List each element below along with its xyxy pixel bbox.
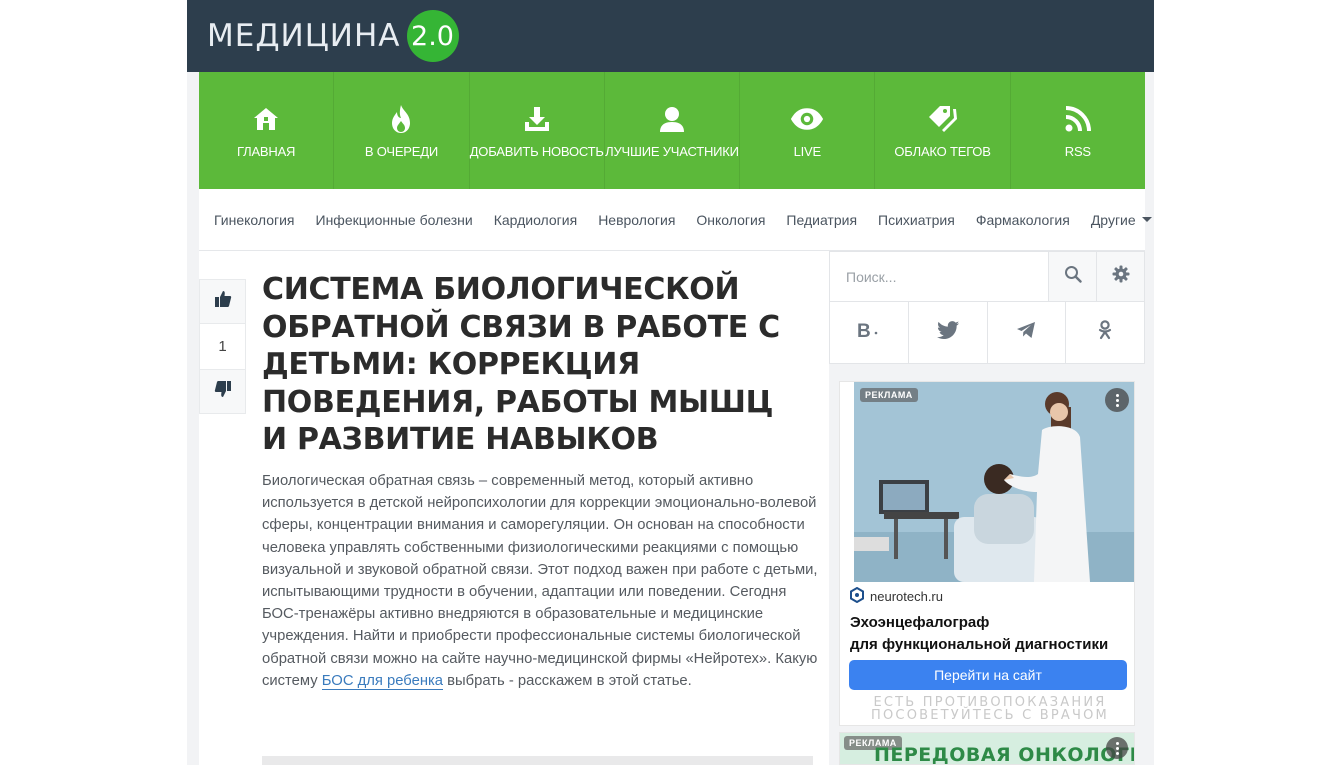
search-button[interactable] — [1048, 252, 1096, 301]
twitter-icon — [936, 321, 959, 344]
nav-label: ГЛАВНАЯ — [237, 144, 296, 159]
share-telegram-button[interactable] — [988, 302, 1067, 363]
nav-item-home[interactable]: ГЛАВНАЯ — [199, 72, 335, 189]
lead-text: Биологическая обратная связь – современн… — [262, 473, 818, 689]
ad-cta-button[interactable]: Перейти на сайт — [849, 660, 1127, 690]
ad-title-line: для функциональной диагностики — [850, 636, 1109, 653]
category-link-gynecology[interactable]: Гинекология — [214, 212, 295, 228]
ad-title-line: Эхоэнцефалограф — [850, 614, 990, 631]
ad-domain-text: neurotech.ru — [870, 589, 943, 604]
category-link-neurology[interactable]: Неврология — [598, 212, 675, 228]
category-link-pediatrics[interactable]: Педиатрия — [786, 212, 857, 228]
more-label: Другие — [1090, 211, 1136, 228]
sidebar: B — [829, 251, 1145, 765]
nav-label: LIVE — [793, 144, 822, 159]
search-settings-button[interactable] — [1096, 252, 1144, 301]
nav-item-top-users[interactable]: ЛУЧШИЕ УЧАСТНИКИ — [605, 72, 741, 189]
ad2-menu-button[interactable] — [1106, 737, 1128, 759]
upvote-button[interactable] — [199, 279, 246, 324]
article-image — [262, 756, 813, 765]
header: МЕДИЦИНА 2.0 — [187, 0, 1154, 72]
nav-item-live[interactable]: LIVE — [740, 72, 876, 189]
ad-image[interactable]: РЕКЛАМА — [854, 382, 1134, 582]
ad-disclaimer-line: ПОСОВЕТУЙТЕСЬ С ВРАЧОМ — [871, 708, 1109, 723]
download-icon — [520, 102, 554, 136]
share-odnoklassniki-button[interactable] — [1066, 302, 1144, 363]
article-lead: Биологическая обратная связь – современн… — [262, 470, 818, 692]
category-link-cardiology[interactable]: Кардиология — [494, 212, 578, 228]
category-link-pharmacology[interactable]: Фармакология — [976, 212, 1070, 228]
neurotech-logo-icon — [850, 586, 864, 606]
gear-icon — [1112, 265, 1130, 288]
article-container: 1 СИСТЕМА БИОЛОГИЧЕСКОЙ ОБРАТНОЙ СВЯЗИ В… — [199, 251, 829, 765]
category-link-psychiatry[interactable]: Психиатрия — [878, 212, 955, 228]
svg-text:B: B — [857, 321, 871, 340]
search-icon — [1064, 265, 1082, 288]
thumbs-up-icon — [214, 290, 232, 313]
ad2-title: ПЕРЕДОВАЯ ОНКОЛОГИЯ — [874, 744, 1135, 765]
categories-more-dropdown[interactable]: Другие — [1091, 212, 1152, 228]
vk-icon: B — [856, 320, 882, 345]
nav-label: ЛУЧШИЕ УЧАСТНИКИ — [605, 144, 739, 159]
logo-text: МЕДИЦИНА — [207, 18, 401, 54]
nav-label: ДОБАВИТЬ НОВОСТЬ — [469, 144, 604, 159]
category-link-infectious[interactable]: Инфекционные болезни — [316, 212, 473, 228]
nav-label: ОБЛАКО ТЕГОВ — [894, 144, 991, 159]
ad-title[interactable]: Эхоэнцефалограф для функциональной диагн… — [850, 612, 1130, 656]
advertisement[interactable]: РЕКЛАМА neurotech.ru Эхоэнцефалограф для… — [839, 381, 1135, 726]
bos-child-link[interactable]: БОС для ребенка — [321, 672, 444, 690]
home-icon — [249, 102, 283, 136]
vote-count: 1 — [199, 324, 246, 369]
nav-item-queue[interactable]: В ОЧЕРЕДИ — [334, 72, 470, 189]
category-bar: Гинекология Инфекционные болезни Кардиол… — [199, 189, 1152, 251]
search-box — [829, 251, 1145, 302]
advertisement-2[interactable]: РЕКЛАМА ПЕРЕДОВАЯ ОНКОЛОГИЯ — [839, 732, 1135, 765]
ad-disclaimer: ЕСТЬ ПРОТИВОПОКАЗАНИЯ ПОСОВЕТУЙТЕСЬ С ВР… — [844, 696, 1134, 723]
chevron-down-icon — [1141, 217, 1152, 222]
user-icon — [655, 102, 689, 136]
vote-widget: 1 — [199, 279, 246, 414]
share-vk-button[interactable]: B — [830, 302, 909, 363]
odnoklassniki-icon — [1098, 320, 1112, 345]
nav-item-tag-cloud[interactable]: ОБЛАКО ТЕГОВ — [875, 72, 1011, 189]
eye-icon — [790, 102, 824, 136]
tags-icon — [926, 102, 960, 136]
page: МЕДИЦИНА 2.0 ГЛАВНАЯ В ОЧЕРЕДИ ДОБАВИТЬ … — [187, 0, 1154, 765]
lead-text-end: выбрать - расскажем в этой статье. — [443, 672, 692, 689]
thumbs-down-icon — [214, 380, 232, 403]
social-share-bar: B — [829, 302, 1145, 364]
share-twitter-button[interactable] — [909, 302, 988, 363]
category-link-oncology[interactable]: Онкология — [696, 212, 765, 228]
downvote-button[interactable] — [199, 369, 246, 414]
nav-item-rss[interactable]: RSS — [1011, 72, 1145, 189]
telegram-icon — [1016, 321, 1036, 344]
article-title: СИСТЕМА БИОЛОГИЧЕСКОЙ ОБРАТНОЙ СВЯЗИ В Р… — [262, 272, 780, 457]
rss-icon — [1061, 102, 1095, 136]
nav-label: В ОЧЕРЕДИ — [364, 144, 438, 159]
ad-menu-button[interactable] — [1105, 388, 1129, 412]
main-nav: ГЛАВНАЯ В ОЧЕРЕДИ ДОБАВИТЬ НОВОСТЬ ЛУЧШИ… — [199, 72, 1145, 189]
ad-badge: РЕКЛАМА — [860, 388, 918, 402]
logo-badge: 2.0 — [406, 10, 459, 62]
nav-label: RSS — [1064, 144, 1091, 159]
nav-item-add-news[interactable]: ДОБАВИТЬ НОВОСТЬ — [470, 72, 605, 189]
ad-domain[interactable]: neurotech.ru — [850, 586, 943, 606]
search-input[interactable] — [830, 252, 1048, 301]
fire-icon — [384, 102, 418, 136]
site-logo[interactable]: МЕДИЦИНА 2.0 — [207, 10, 459, 62]
